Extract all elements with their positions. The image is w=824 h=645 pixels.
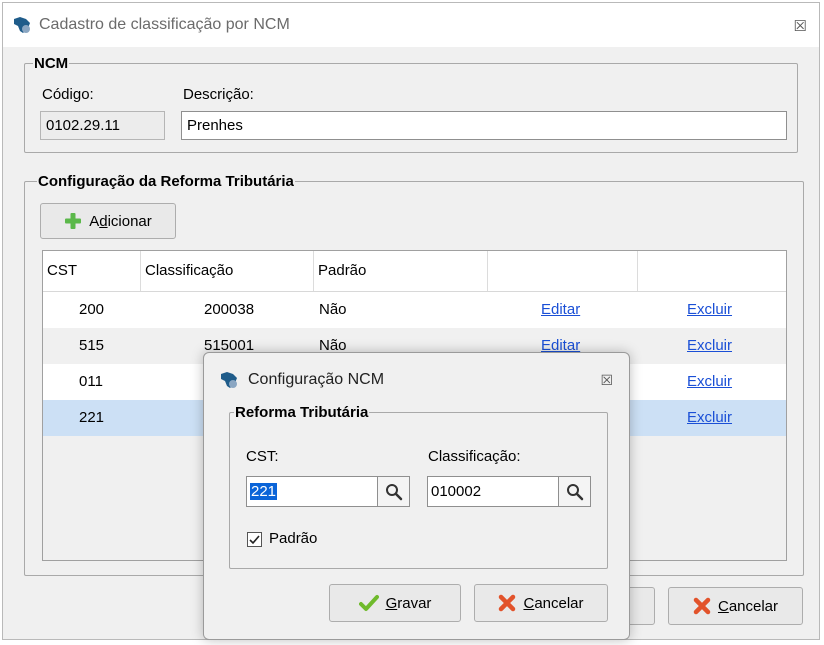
brazil-map-icon	[14, 17, 30, 33]
x-icon	[693, 597, 711, 615]
dialog-cancel-button[interactable]: Cancelar	[474, 584, 608, 622]
cell-cst: 200	[79, 301, 105, 318]
title-bar: Cadastro de classificação por NCM ☒	[3, 3, 819, 47]
dialog-close-icon[interactable]: ☒	[600, 372, 613, 389]
table-row[interactable]: 200 200038 Não Editar Excluir	[43, 292, 786, 328]
plus-icon	[65, 213, 82, 229]
search-icon	[566, 483, 583, 500]
x-icon	[499, 594, 516, 612]
cell-padrao: Não	[319, 301, 347, 318]
cell-cst: 011	[79, 373, 103, 390]
column-header-padrao[interactable]: Padrão	[314, 251, 488, 291]
cst-input[interactable]: 221	[246, 476, 378, 507]
configuracao-ncm-dialog: Configuração NCM ☒ Reforma Tributária CS…	[203, 352, 630, 640]
cell-cst: 515	[79, 337, 105, 354]
classificacao-label: Classificação:	[428, 448, 521, 465]
classificacao-input[interactable]: 010002	[427, 476, 559, 507]
add-button[interactable]: Adicionar	[40, 203, 176, 239]
delete-link[interactable]: Excluir	[687, 328, 732, 364]
column-header-delete[interactable]	[638, 251, 786, 291]
dialog-title: Configuração NCM	[248, 371, 385, 388]
delete-link[interactable]: Excluir	[687, 292, 732, 328]
delete-link[interactable]: Excluir	[687, 364, 732, 400]
add-button-label: Adicionar	[89, 212, 152, 230]
cst-label: CST:	[246, 448, 279, 465]
checkmark-icon	[358, 595, 379, 611]
codigo-label: Código:	[42, 86, 94, 103]
checkmark-icon	[249, 535, 260, 545]
delete-link[interactable]: Excluir	[687, 400, 732, 436]
table-header: CST Classificação Padrão	[43, 251, 786, 292]
padrao-label: Padrão	[269, 530, 318, 547]
cell-classificacao: 200038	[204, 301, 255, 318]
save-button-label: Gravar	[385, 594, 432, 612]
column-header-edit[interactable]	[488, 251, 638, 291]
brazil-map-icon	[221, 372, 237, 388]
close-icon[interactable]: ☒	[794, 17, 807, 35]
cancel-button[interactable]: Cancelar	[668, 587, 803, 625]
cst-search-button[interactable]	[378, 476, 410, 507]
ncm-legend: NCM	[34, 55, 69, 72]
save-button[interactable]: Gravar	[329, 584, 461, 622]
edit-link[interactable]: Editar	[541, 292, 580, 328]
codigo-field[interactable]: 0102.29.11	[40, 111, 165, 140]
padrao-checkbox[interactable]	[247, 532, 262, 547]
column-header-classificacao[interactable]: Classificação	[141, 251, 314, 291]
descricao-field[interactable]: Prenhes	[181, 111, 787, 140]
window-title: Cadastro de classificação por NCM	[39, 16, 290, 33]
classificacao-search-button[interactable]	[559, 476, 591, 507]
cell-cst: 221	[79, 409, 105, 426]
reforma-tributaria-legend: Reforma Tributária	[235, 404, 369, 421]
search-icon	[385, 483, 402, 500]
cancel-button-label: Cancelar	[717, 597, 779, 615]
dialog-cancel-button-label: Cancelar	[523, 594, 584, 612]
descricao-label: Descrição:	[183, 86, 254, 103]
reforma-legend: Configuração da Reforma Tributária	[38, 173, 294, 190]
column-header-cst[interactable]: CST	[43, 251, 141, 291]
